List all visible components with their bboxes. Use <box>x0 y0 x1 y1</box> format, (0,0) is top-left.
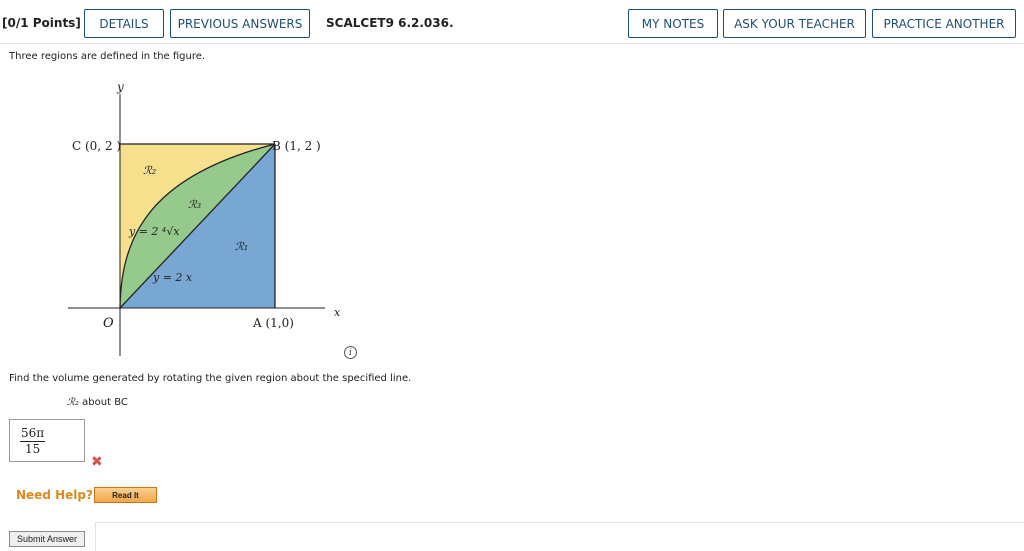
subquestion: ℛ₂ about BC <box>67 397 128 408</box>
previous-answers-button[interactable]: PREVIOUS ANSWERS <box>170 9 310 38</box>
origin-label: O <box>103 316 114 331</box>
regions-figure: y x C (0, 2 ) B (1, 2 ) O A (1,0) ℛ₂ ℛ₃ … <box>68 80 341 356</box>
point-a-label: A (1,0) <box>252 316 294 330</box>
footer-divider <box>95 522 1024 551</box>
incorrect-icon: ✖ <box>91 454 103 470</box>
region-r1-label: ℛ₁ <box>235 240 248 253</box>
ask-your-teacher-button[interactable]: ASK YOUR TEACHER <box>723 9 866 38</box>
region-r3-label: ℛ₃ <box>188 198 201 211</box>
question-header: [0/1 Points] DETAILS PREVIOUS ANSWERS SC… <box>0 0 1024 44</box>
curve-root-label: y = 2 ⁴√x <box>128 225 180 238</box>
curve-line-label: y = 2 x <box>152 271 193 284</box>
my-notes-button[interactable]: MY NOTES <box>628 9 718 38</box>
region-r2-label: ℛ₂ <box>143 164 156 177</box>
subquestion-region: ℛ₂ <box>67 397 79 408</box>
read-it-button[interactable]: Read It <box>94 487 157 503</box>
details-button[interactable]: DETAILS <box>84 9 164 38</box>
point-b-label: B (1, 2 ) <box>272 139 321 153</box>
question-text: Find the volume generated by rotating th… <box>9 373 412 384</box>
answer-fraction: 56π 15 <box>20 426 46 457</box>
submit-answer-button[interactable]: Submit Answer <box>9 531 85 547</box>
problem-reference: SCALCET9 6.2.036. <box>326 16 454 30</box>
need-help-label: Need Help? <box>16 488 93 502</box>
prompt-text: Three regions are defined in the figure. <box>9 51 206 62</box>
x-axis-label: x <box>334 306 341 319</box>
answer-input[interactable]: 56π 15 <box>9 419 85 462</box>
answer-numerator: 56π <box>20 426 46 442</box>
point-c-label: C (0, 2 ) <box>72 139 121 153</box>
points-label: [0/1 Points] <box>2 16 81 30</box>
y-axis-label: y <box>116 80 124 94</box>
subquestion-text: about BC <box>79 397 128 408</box>
answer-denominator: 15 <box>24 442 41 456</box>
practice-another-button[interactable]: PRACTICE ANOTHER <box>872 9 1016 38</box>
info-icon[interactable]: i <box>344 346 357 359</box>
